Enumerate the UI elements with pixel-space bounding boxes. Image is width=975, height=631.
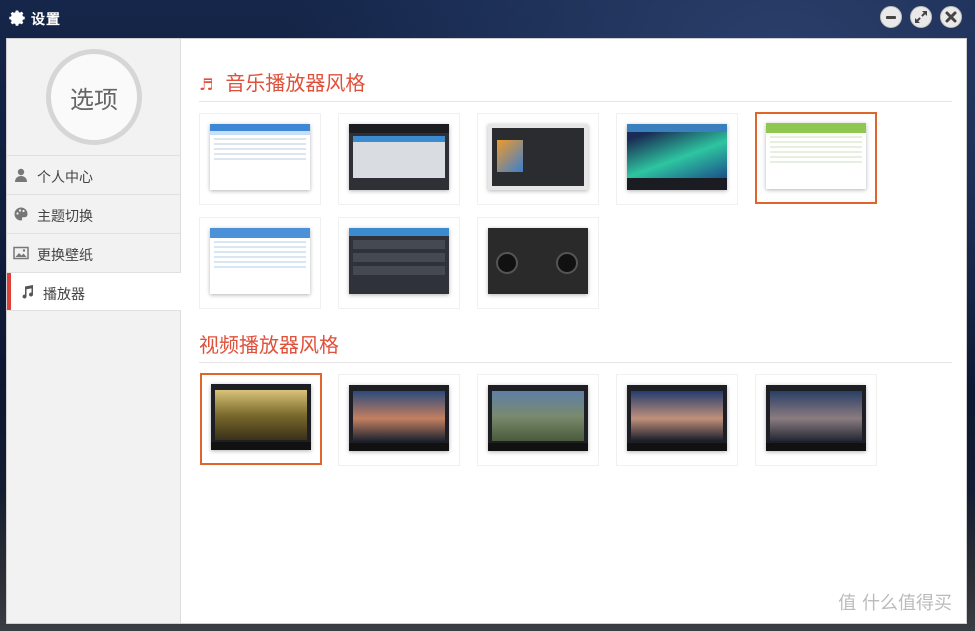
skin-preview bbox=[488, 228, 588, 294]
options-badge-label: 选项 bbox=[70, 85, 118, 114]
maximize-button[interactable] bbox=[910, 6, 932, 28]
music-section-divider bbox=[199, 101, 952, 102]
skin-preview bbox=[488, 124, 588, 190]
music-skin-4[interactable] bbox=[616, 113, 738, 205]
skin-preview bbox=[766, 385, 866, 451]
music-section-title: ♬ 音乐播放器风格 bbox=[199, 71, 366, 95]
sidebar-item-wallpaper[interactable]: 更换壁纸 bbox=[7, 233, 181, 272]
gear-icon bbox=[9, 10, 25, 26]
skin-preview bbox=[349, 228, 449, 294]
sidebar: 选项 个人中心 主题切换 更换壁纸 播放器 bbox=[7, 39, 181, 623]
sidebar-item-profile[interactable]: 个人中心 bbox=[7, 155, 181, 194]
music-skin-6[interactable] bbox=[199, 217, 321, 309]
video-section-title: 视频播放器风格 bbox=[199, 333, 339, 357]
music-skin-1[interactable] bbox=[199, 113, 321, 205]
sidebar-item-label: 主题切换 bbox=[37, 209, 93, 225]
sidebar-item-player[interactable]: 播放器 bbox=[7, 272, 181, 311]
settings-window: 选项 个人中心 主题切换 更换壁纸 播放器 ♬ 音乐播放器风格 视频播放器风格 … bbox=[6, 38, 967, 624]
close-button[interactable] bbox=[940, 6, 962, 28]
video-skin-1[interactable] bbox=[200, 373, 322, 465]
sidebar-item-label: 更换壁纸 bbox=[37, 248, 93, 264]
skin-preview bbox=[627, 124, 727, 190]
close-icon bbox=[945, 11, 957, 23]
user-icon bbox=[15, 168, 27, 182]
minimize-button[interactable] bbox=[880, 6, 902, 28]
video-skin-5[interactable] bbox=[755, 374, 877, 466]
skin-preview bbox=[211, 384, 311, 450]
options-badge: 选项 bbox=[46, 49, 142, 145]
window-title: 设置 bbox=[31, 12, 61, 28]
skin-preview bbox=[210, 124, 310, 190]
video-section-divider bbox=[199, 362, 952, 363]
minimize-icon bbox=[886, 16, 896, 19]
sidebar-menu: 个人中心 主题切换 更换壁纸 播放器 bbox=[7, 155, 181, 311]
palette-icon bbox=[14, 207, 28, 221]
music-skin-2[interactable] bbox=[338, 113, 460, 205]
watermark: 值 什么值得买 bbox=[838, 593, 952, 614]
sidebar-item-label: 播放器 bbox=[43, 287, 85, 303]
music-skin-7[interactable] bbox=[338, 217, 460, 309]
skin-preview bbox=[349, 385, 449, 451]
music-skin-8[interactable] bbox=[477, 217, 599, 309]
music-note-icon bbox=[22, 285, 34, 299]
music-skin-5[interactable] bbox=[755, 112, 877, 204]
maximize-icon bbox=[915, 11, 927, 23]
skin-preview bbox=[766, 123, 866, 189]
image-icon bbox=[13, 246, 29, 260]
skin-preview bbox=[627, 385, 727, 451]
music-skin-3[interactable] bbox=[477, 113, 599, 205]
music-note-icon: ♬ bbox=[199, 75, 214, 94]
skin-preview bbox=[349, 124, 449, 190]
sidebar-item-theme[interactable]: 主题切换 bbox=[7, 194, 181, 233]
sidebar-item-label: 个人中心 bbox=[37, 170, 93, 186]
video-skin-3[interactable] bbox=[477, 374, 599, 466]
skin-preview bbox=[210, 228, 310, 294]
skin-preview bbox=[488, 385, 588, 451]
player-settings-content: ♬ 音乐播放器风格 视频播放器风格 值 什么值得买 bbox=[182, 39, 966, 623]
video-skin-4[interactable] bbox=[616, 374, 738, 466]
video-skin-2[interactable] bbox=[338, 374, 460, 466]
title-bar[interactable]: 设置 bbox=[0, 0, 975, 38]
